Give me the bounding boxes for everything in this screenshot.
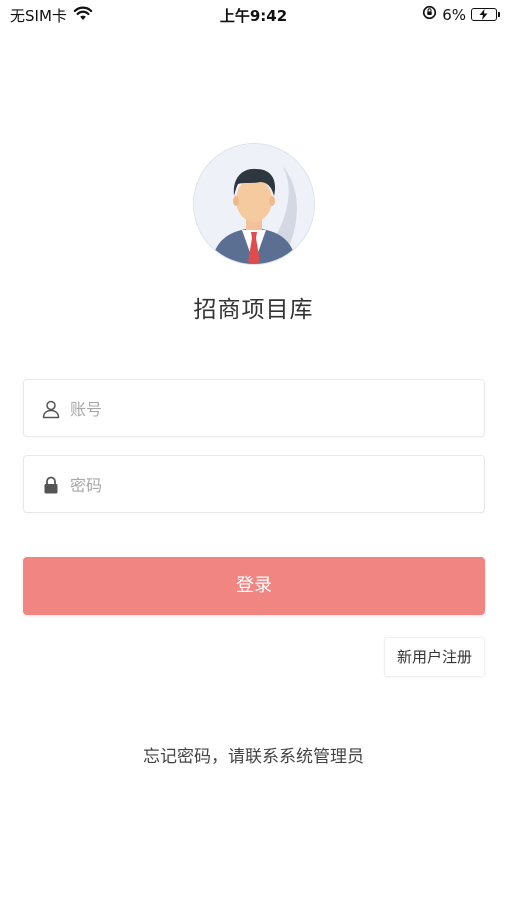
user-icon xyxy=(41,399,61,419)
account-input[interactable] xyxy=(68,380,472,438)
forgot-password-text: 忘记密码，请联系系统管理员 xyxy=(143,747,364,767)
status-right: 6% xyxy=(422,5,500,24)
login-button[interactable]: 登录 xyxy=(23,557,485,615)
battery-percent: 6% xyxy=(442,5,466,24)
app-title: 招商项目库 xyxy=(193,297,314,323)
account-field[interactable] xyxy=(23,379,485,438)
lock-icon xyxy=(41,475,61,495)
user-avatar-icon xyxy=(193,143,315,265)
register-button[interactable]: 新用户注册 xyxy=(384,637,485,677)
password-field[interactable] xyxy=(23,455,485,514)
password-input[interactable] xyxy=(68,456,472,514)
status-bar: 无SIM卡 上午9:42 6% xyxy=(0,0,507,30)
battery-charging-icon xyxy=(471,8,500,21)
orientation-lock-icon xyxy=(422,5,437,24)
